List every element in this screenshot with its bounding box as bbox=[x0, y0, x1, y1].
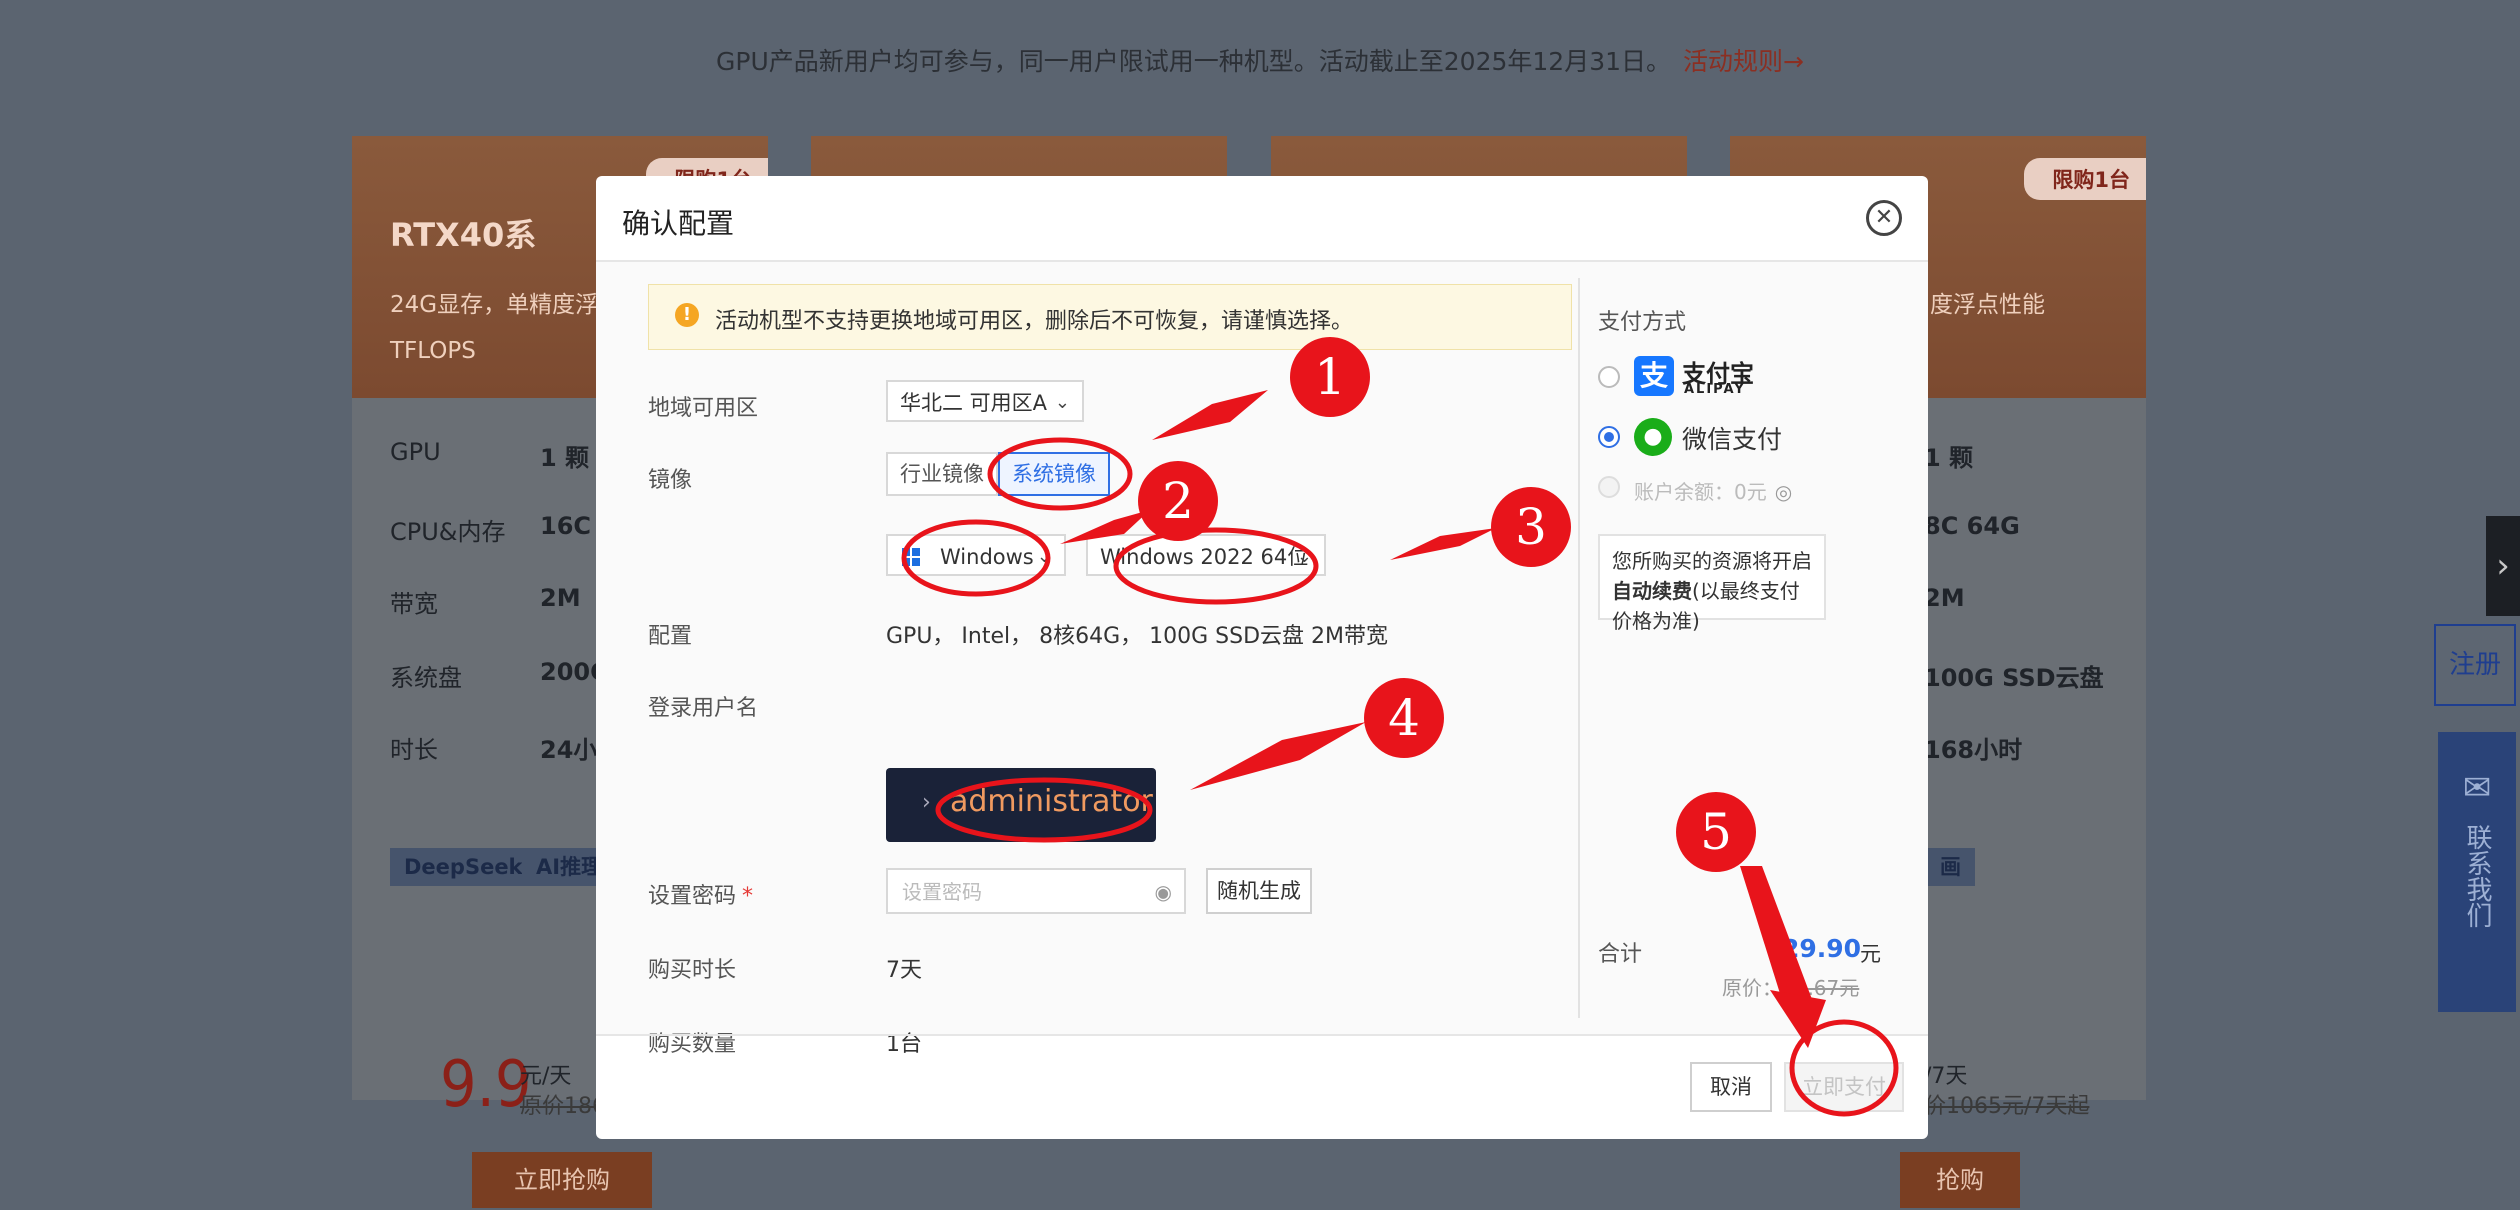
warning-banner: ! 活动机型不支持更换地域可用区，删除后不可恢复，请谨慎选择。 bbox=[648, 284, 1572, 350]
alipay-label-en: ALIPAY bbox=[1684, 382, 1746, 397]
config-value: GPU， Intel， 8核64G， 100G SSD云盘 2M带宽 bbox=[886, 624, 1389, 649]
random-generate-button[interactable]: 随机生成 bbox=[1206, 868, 1312, 914]
password-input[interactable] bbox=[900, 876, 1144, 908]
pay-now-button[interactable]: 立即支付 bbox=[1784, 1062, 1904, 1112]
card-price: 9.9 bbox=[440, 1048, 532, 1122]
windows-icon bbox=[902, 548, 920, 566]
close-icon[interactable]: ✕ bbox=[1866, 200, 1902, 236]
card-orig-price: 原价186 bbox=[520, 1094, 606, 1119]
card-price-unit: 元/天 bbox=[520, 1064, 572, 1089]
total-unit: 元 bbox=[1860, 942, 1881, 966]
wechat-label[interactable]: 微信支付 bbox=[1682, 420, 1782, 456]
divider bbox=[1578, 278, 1580, 1018]
prompt-icon: › bbox=[922, 790, 931, 815]
spec-row: CPU&内存 16C bbox=[390, 512, 592, 546]
activity-notice: GPU产品新用户均可参与，同一用户限试用一种机型。活动截止至2025年12月31… bbox=[716, 47, 1804, 76]
divider bbox=[596, 1034, 1928, 1036]
card-desc: 度浮点性能 bbox=[1930, 292, 2045, 318]
limit-badge: 限购1台 bbox=[2024, 158, 2146, 200]
buy-button[interactable]: 立即抢购 bbox=[472, 1152, 652, 1208]
activity-rules-link[interactable]: 活动规则→ bbox=[1683, 47, 1804, 76]
tab-industry-image[interactable]: 行业镜像 bbox=[886, 452, 998, 496]
radio-balance[interactable] bbox=[1598, 476, 1620, 498]
total-amount: 29.90 bbox=[1782, 934, 1862, 963]
os-version-select[interactable]: Windows 2022 64位 ⌄ bbox=[1086, 534, 1326, 576]
radio-wechat[interactable] bbox=[1598, 426, 1620, 448]
region-select[interactable]: 华北二 可用区A ⌄ bbox=[886, 380, 1084, 422]
confirm-config-dialog: 确认配置 ✕ ! 活动机型不支持更换地域可用区，删除后不可恢复，请谨慎选择。 地… bbox=[596, 176, 1928, 1139]
chevron-down-icon: ⌄ bbox=[1054, 392, 1070, 413]
dialog-title: 确认配置 bbox=[622, 207, 735, 240]
warning-icon: ! bbox=[675, 303, 699, 327]
collapse-handle[interactable]: › bbox=[2486, 516, 2520, 616]
tab-system-image[interactable]: 系统镜像 bbox=[998, 452, 1110, 496]
login-username: › administrator bbox=[886, 768, 1156, 842]
eye-icon[interactable]: ◉ bbox=[1155, 880, 1172, 904]
wechat-icon: ● bbox=[1634, 418, 1672, 456]
card-orig-price: 价1065元/7天起 bbox=[1924, 1094, 2090, 1119]
refresh-icon[interactable]: ◎ bbox=[1775, 480, 1792, 504]
chevron-down-icon: ⌄ bbox=[1296, 546, 1312, 567]
tag: 画 bbox=[1926, 848, 1975, 886]
total-label: 合计 bbox=[1598, 942, 1643, 967]
payment-method-label: 支付方式 bbox=[1598, 310, 1687, 335]
dialog-body: ! 活动机型不支持更换地域可用区，删除后不可恢复，请谨慎选择。 地域可用区 华北… bbox=[596, 262, 1928, 1057]
image-label: 镜像 bbox=[648, 468, 693, 493]
radio-alipay[interactable] bbox=[1598, 366, 1620, 388]
config-label: 配置 bbox=[648, 624, 693, 649]
spec-row: GPU 1 颗 bbox=[390, 438, 590, 472]
card-title: RTX40系 bbox=[390, 216, 537, 254]
buy-button[interactable]: 抢购 bbox=[1900, 1152, 2020, 1208]
duration-value: 7天 bbox=[886, 958, 922, 983]
quantity-value: 1台 bbox=[886, 1032, 922, 1057]
spec-row: 系统盘 200G bbox=[390, 658, 610, 692]
spec-row: 带宽 2M bbox=[390, 584, 581, 618]
login-label: 登录用户名 bbox=[648, 696, 759, 721]
cancel-button[interactable]: 取消 bbox=[1690, 1062, 1772, 1112]
password-label: 设置密码 * bbox=[648, 884, 754, 909]
chat-icon: ✉ bbox=[2462, 768, 2492, 808]
card-price-unit: /7天 bbox=[1924, 1064, 1968, 1089]
alipay-icon: 支 bbox=[1634, 356, 1674, 396]
auto-renew-notice: 您所购买的资源将开启自动续费(以最终支付价格为准) bbox=[1598, 534, 1826, 633]
contact-us-button[interactable]: ✉ 联系我们 bbox=[2438, 732, 2516, 1012]
spec-row: 时长 24小 bbox=[390, 736, 598, 764]
password-field[interactable]: ◉ bbox=[886, 868, 1186, 914]
quantity-label: 购买数量 bbox=[648, 1032, 737, 1057]
balance-label: 账户余额：0元 ◎ bbox=[1634, 480, 1793, 504]
tag-deepseek: DeepSeek bbox=[390, 848, 537, 886]
duration-label: 购买时长 bbox=[648, 958, 737, 983]
region-label: 地域可用区 bbox=[648, 396, 759, 421]
os-select[interactable]: Windows ⌄ bbox=[886, 534, 1066, 576]
original-price: 原价：65.67元 bbox=[1722, 976, 1860, 1000]
register-button[interactable]: 注册 bbox=[2434, 624, 2516, 706]
chevron-down-icon: ⌄ bbox=[1036, 546, 1052, 567]
